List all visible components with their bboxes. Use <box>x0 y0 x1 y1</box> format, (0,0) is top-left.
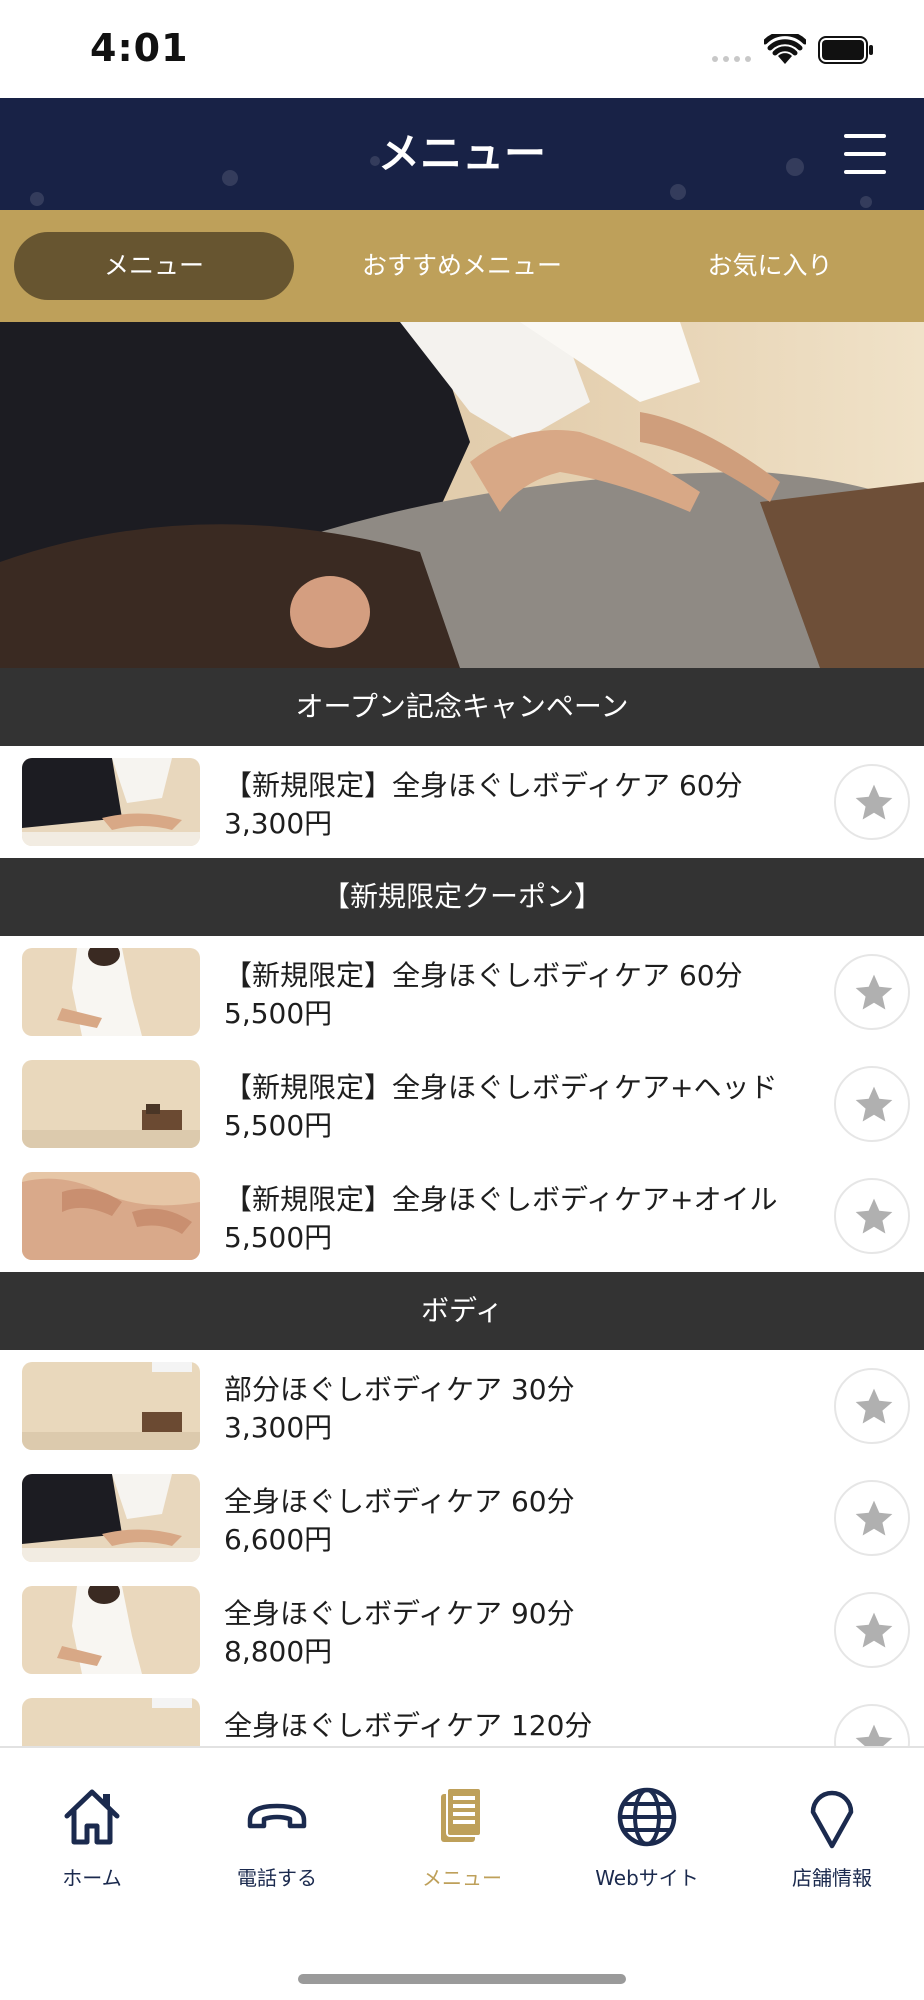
item-name: 全身ほぐしボディケア 120分 <box>224 1709 593 1742</box>
home-indicator[interactable] <box>298 1974 626 1984</box>
list-item[interactable]: 【新規限定】全身ほぐしボディケア 60分 3,300円 <box>0 746 924 858</box>
favorite-star-button[interactable] <box>834 1178 910 1254</box>
star-icon <box>855 1500 893 1536</box>
star-icon <box>855 1086 893 1122</box>
hero-massage-image <box>0 322 924 668</box>
star-icon <box>855 1198 893 1234</box>
item-price: 5,500円 <box>224 1221 333 1254</box>
home-icon <box>64 1789 120 1845</box>
item-thumbnail <box>22 948 200 1036</box>
section-header: 【新規限定クーポン】 <box>0 858 924 936</box>
list-item[interactable]: 【新規限定】全身ほぐしボディケア+オイル 5,500円 <box>0 1160 924 1272</box>
star-icon <box>855 784 893 820</box>
item-thumbnail <box>22 1060 200 1148</box>
item-name: 全身ほぐしボディケア 90分 <box>224 1597 575 1630</box>
nav-header: メニュー <box>0 98 924 210</box>
bottom-tab-store-info[interactable]: 店舗情報 <box>740 1784 924 1894</box>
bottom-tab-label: Webサイト <box>595 1866 699 1890</box>
item-thumbnail <box>22 1362 200 1450</box>
bottom-tab-label: 店舗情報 <box>792 1866 872 1890</box>
item-price: 3,300円 <box>224 807 333 840</box>
item-price: 6,600円 <box>224 1523 333 1556</box>
status-bar: 4:01 <box>0 0 924 98</box>
favorite-star-button[interactable] <box>834 1592 910 1668</box>
item-thumbnail <box>22 1586 200 1674</box>
bottom-tab-label: メニュー <box>422 1866 502 1890</box>
map-pin-icon <box>810 1790 854 1849</box>
favorite-star-button[interactable] <box>834 1704 910 1746</box>
favorite-star-button[interactable] <box>834 764 910 840</box>
wifi-icon <box>764 34 806 64</box>
star-icon <box>855 1724 893 1746</box>
list-item[interactable]: 部分ほぐしボディケア 30分 3,300円 <box>0 1350 924 1462</box>
tab-recommended-menu[interactable]: おすすめメニュー <box>322 232 602 300</box>
list-item[interactable]: 【新規限定】全身ほぐしボディケア+ヘッド 5,500円 <box>0 1048 924 1160</box>
favorite-star-button[interactable] <box>834 1480 910 1556</box>
item-price: 5,500円 <box>224 1109 333 1142</box>
page-title: メニュー <box>377 129 546 178</box>
star-icon <box>855 974 893 1010</box>
menu-book-icon <box>441 1787 482 1842</box>
bottom-tab-label: 電話する <box>237 1866 317 1890</box>
list-item[interactable]: 全身ほぐしボディケア 60分 6,600円 <box>0 1462 924 1574</box>
star-icon <box>855 1612 893 1648</box>
tab-favorites[interactable]: お気に入り <box>630 232 910 300</box>
status-time: 4:01 <box>90 26 189 70</box>
item-name: 【新規限定】全身ほぐしボディケア 60分 <box>224 769 743 802</box>
item-name: 全身ほぐしボディケア 60分 <box>224 1485 575 1518</box>
item-price: 3,300円 <box>224 1411 333 1444</box>
globe-icon <box>617 1787 677 1847</box>
item-price: 8,800円 <box>224 1635 333 1668</box>
item-thumbnail <box>22 1172 200 1260</box>
phone-icon <box>247 1803 307 1829</box>
item-name: 【新規限定】全身ほぐしボディケア 60分 <box>224 959 743 992</box>
list-item[interactable]: 全身ほぐしボディケア 90分 8,800円 <box>0 1574 924 1686</box>
section-header: ボディ <box>0 1272 924 1350</box>
list-item[interactable]: 全身ほぐしボディケア 120分 <box>0 1686 924 1746</box>
hamburger-menu-button[interactable] <box>840 128 890 180</box>
item-thumbnail <box>22 1698 200 1746</box>
star-icon <box>855 1388 893 1424</box>
favorite-star-button[interactable] <box>834 1066 910 1142</box>
favorite-star-button[interactable] <box>834 954 910 1030</box>
bottom-tab-label: ホーム <box>62 1866 122 1890</box>
bottom-tab-phone[interactable]: 電話する <box>185 1784 369 1894</box>
favorite-star-button[interactable] <box>834 1368 910 1444</box>
bottom-tab-website[interactable]: Webサイト <box>555 1784 739 1894</box>
section-header: オープン記念キャンペーン <box>0 668 924 746</box>
tab-menu[interactable]: メニュー <box>14 232 294 300</box>
bottom-tab-bar: ホーム 電話する メニュー Webサイト 店舗情報 <box>0 1746 924 2000</box>
item-thumbnail <box>22 758 200 846</box>
bottom-tab-menu[interactable]: メニュー <box>370 1784 554 1894</box>
bottom-tab-home[interactable]: ホーム <box>0 1784 184 1894</box>
list-item[interactable]: 【新規限定】全身ほぐしボディケア 60分 5,500円 <box>0 936 924 1048</box>
segment-tab-bar: メニュー おすすめメニュー お気に入り <box>0 210 924 322</box>
item-thumbnail <box>22 1474 200 1562</box>
item-name: 【新規限定】全身ほぐしボディケア+オイル <box>224 1183 778 1216</box>
item-name: 部分ほぐしボディケア 30分 <box>224 1373 575 1406</box>
cellular-signal-icon <box>712 56 751 62</box>
battery-icon <box>818 36 873 64</box>
menu-list[interactable]: オープン記念キャンペーン 【新規限定】全身ほぐしボディケア 60分 3,300円… <box>0 668 924 1746</box>
item-price: 5,500円 <box>224 997 333 1030</box>
item-name: 【新規限定】全身ほぐしボディケア+ヘッド <box>224 1071 778 1104</box>
